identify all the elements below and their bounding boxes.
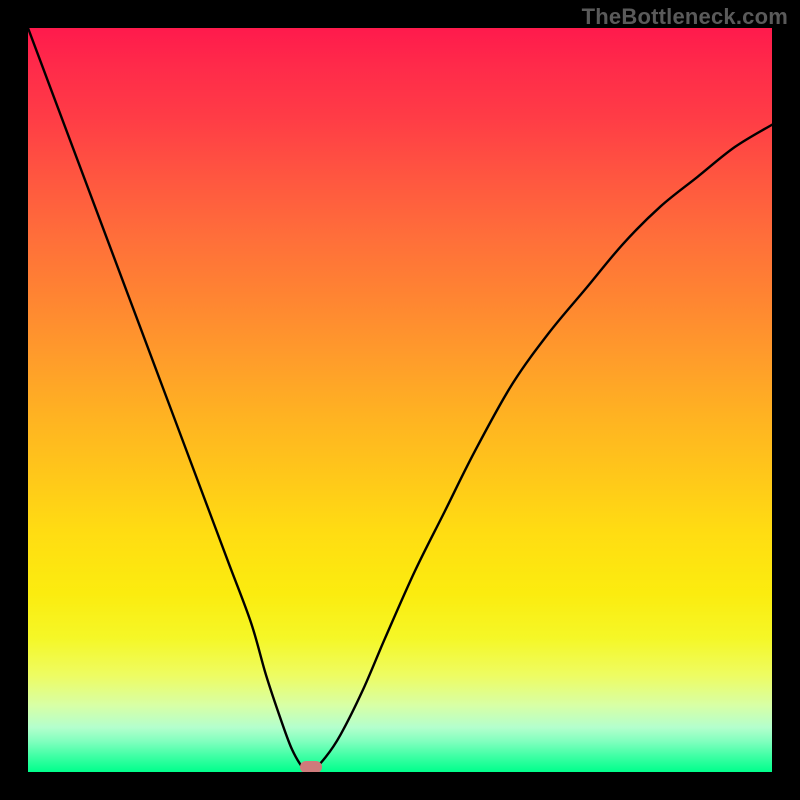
bottleneck-curve — [28, 28, 772, 772]
plot-area — [28, 28, 772, 772]
chart-frame: TheBottleneck.com — [0, 0, 800, 800]
watermark-text: TheBottleneck.com — [582, 4, 788, 30]
optimal-point-marker — [300, 761, 322, 772]
